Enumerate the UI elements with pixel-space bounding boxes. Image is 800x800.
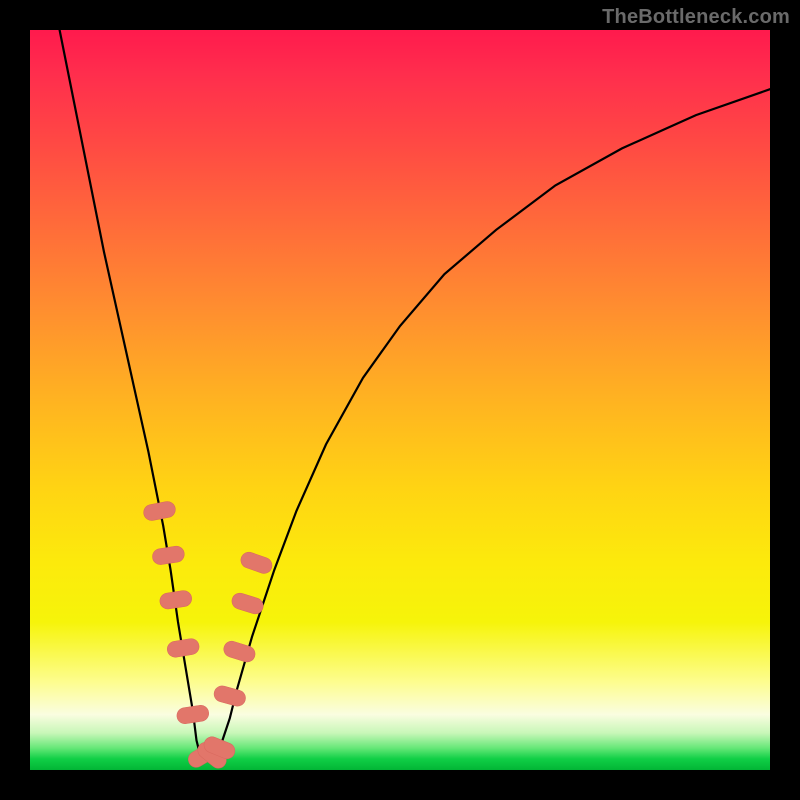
plot-area: [30, 30, 770, 770]
marker-group: [142, 500, 274, 770]
marker-lozenge: [222, 639, 257, 664]
marker-lozenge: [151, 545, 185, 566]
curve-layer: [30, 30, 770, 770]
bottleneck-curve: [60, 30, 770, 759]
marker-lozenge: [212, 684, 247, 708]
marker-lozenge: [230, 591, 265, 616]
chart-frame: TheBottleneck.com: [0, 0, 800, 800]
marker-lozenge: [159, 589, 193, 610]
marker-lozenge: [239, 550, 274, 576]
marker-lozenge: [176, 704, 210, 725]
marker-lozenge: [142, 500, 176, 522]
watermark-text: TheBottleneck.com: [602, 6, 790, 29]
marker-lozenge: [166, 637, 200, 658]
